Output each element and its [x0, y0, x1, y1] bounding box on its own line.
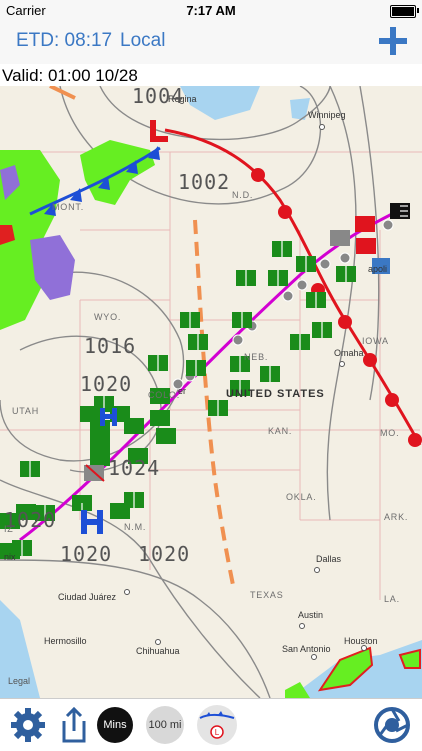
- legal-link[interactable]: Legal: [8, 676, 30, 686]
- gear-icon[interactable]: [8, 705, 48, 745]
- timezone-toggle[interactable]: Local: [120, 30, 165, 52]
- valid-time: Valid: 01:00 10/28: [2, 66, 138, 85]
- weather-map[interactable]: Regina Winnipeg Omaha Dallas Austin San …: [0, 86, 422, 698]
- city-fragment-phoenix: nix: [4, 552, 16, 562]
- state-missouri: MO.: [380, 428, 400, 438]
- add-icon[interactable]: [376, 24, 410, 58]
- state-texas: TEXAS: [250, 590, 284, 600]
- city-hermosillo: Hermosillo: [44, 636, 87, 646]
- isobar-label-1016: 1016: [84, 334, 137, 358]
- battery-cap: [417, 8, 419, 13]
- city-omaha: Omaha: [334, 348, 364, 358]
- isobar-label-1020-north: 1020: [80, 372, 133, 396]
- state-new-mexico: N.M.: [124, 522, 147, 532]
- city-fragment-minneapolis: apoli: [368, 264, 388, 274]
- state-north-dakota: N.D.: [232, 190, 254, 200]
- state-louisiana: LA.: [384, 594, 400, 604]
- share-icon[interactable]: [54, 705, 94, 745]
- isobar-label-1004: 1004: [132, 86, 185, 108]
- city-dallas: Dallas: [316, 554, 342, 564]
- nav-bar: ETD: 08:17 Local: [0, 20, 422, 65]
- state-colorado: COLO.: [148, 390, 181, 400]
- state-oklahoma: OKLA.: [286, 492, 317, 502]
- isobar-label-1024: 1024: [108, 456, 161, 480]
- lake-winnipeg: [290, 98, 310, 120]
- battery-icon: [390, 5, 416, 18]
- bottom-toolbar: Mins 100 mi L: [0, 698, 422, 751]
- city-winnipeg: Winnipeg: [308, 110, 346, 120]
- high-pressure-symbol-1: [81, 510, 103, 534]
- isobar-label-1020-south: 1020: [60, 542, 113, 566]
- state-wyoming: WYO.: [94, 312, 122, 322]
- state-iowa: IOWA: [362, 336, 389, 346]
- city-san-antonio: San Antonio: [282, 644, 331, 654]
- valid-time-bar: Valid: 01:00 10/28: [0, 64, 422, 86]
- state-nebraska: NEB.: [244, 352, 269, 362]
- etd-button[interactable]: ETD: 08:17: [16, 30, 112, 52]
- country-label: UNITED STATES: [226, 388, 325, 400]
- city-houston: Houston: [344, 636, 378, 646]
- city-ciudad-juarez: Ciudad Juárez: [58, 592, 117, 602]
- route-waypoints: [128, 219, 394, 464]
- status-time: 7:17 AM: [186, 3, 236, 18]
- state-arkansas: ARK.: [384, 512, 409, 522]
- city-chihuahua: Chihuahua: [136, 646, 180, 656]
- status-bar: Carrier 7:17 AM: [0, 0, 422, 20]
- isobar-label-1002: 1002: [178, 170, 231, 194]
- state-kansas: KAN.: [268, 426, 293, 436]
- state-utah: UTAH: [12, 406, 40, 416]
- aperture-icon[interactable]: [372, 705, 412, 745]
- svg-text:L: L: [215, 728, 220, 737]
- isobar-label-1020-west: 1020: [4, 508, 57, 532]
- distance-button[interactable]: 100 mi: [146, 706, 184, 744]
- isobar-label-1020-east: 1020: [138, 542, 191, 566]
- city-austin: Austin: [298, 610, 324, 620]
- radar-layer-icon[interactable]: L: [196, 704, 238, 746]
- minimums-button[interactable]: Mins: [97, 707, 133, 743]
- state-montana: MONT.: [52, 202, 84, 212]
